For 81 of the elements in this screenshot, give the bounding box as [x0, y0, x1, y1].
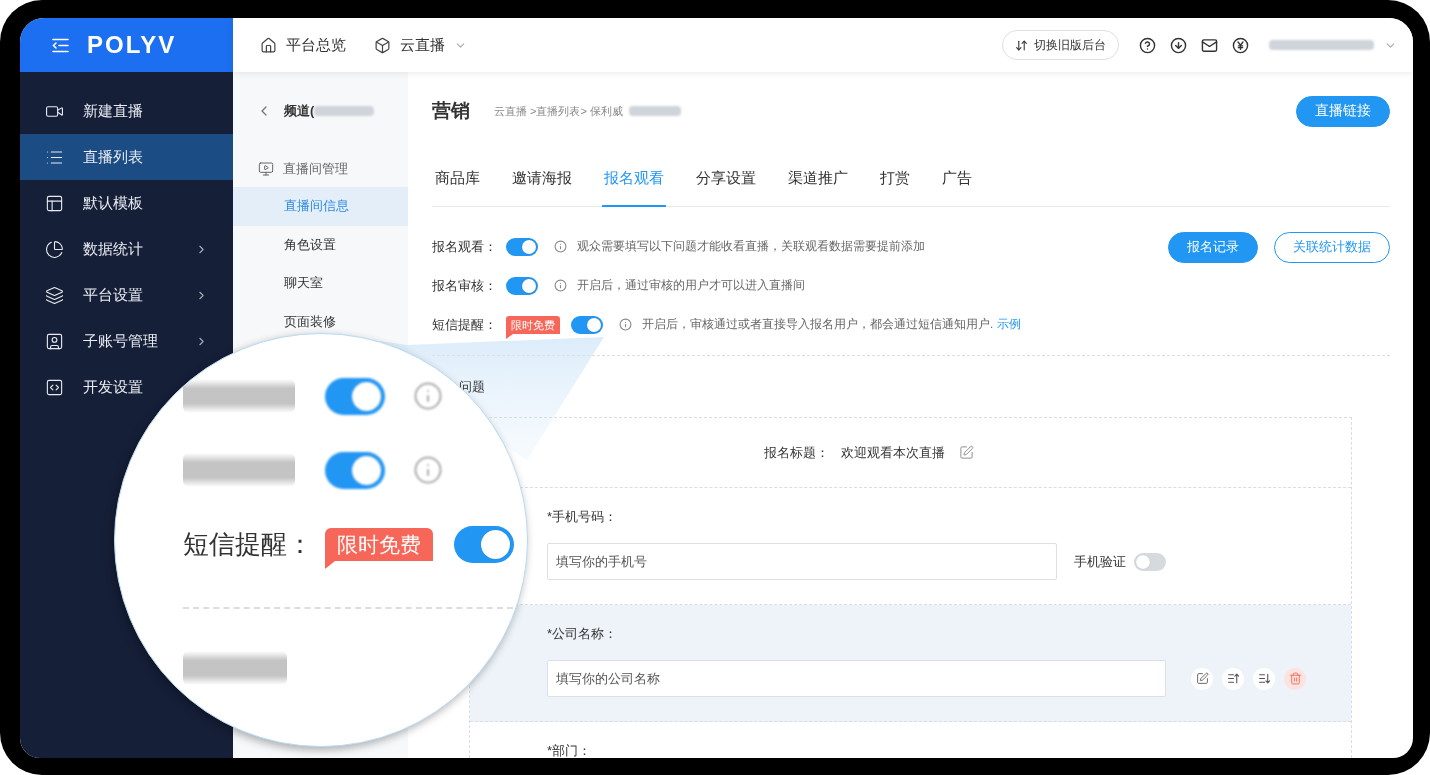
- hint-text: 开启后，通过审核的用户才可以进入直播间: [577, 278, 805, 293]
- sidebar-item[interactable]: 子账号管理: [20, 326, 211, 356]
- form-title: 欢迎观看本次直播: [841, 443, 945, 462]
- toggle-switch[interactable]: [506, 276, 538, 295]
- sidebar-label: 平台设置: [83, 285, 144, 305]
- info-icon: [554, 240, 567, 253]
- channel-title: 频道(: [284, 102, 315, 120]
- setting-label: 报名观看：: [432, 237, 498, 256]
- download-icon[interactable]: [1170, 36, 1187, 54]
- sidebar-item[interactable]: 平台设置: [20, 280, 211, 310]
- edit-icon[interactable]: [959, 445, 974, 460]
- verify-label: 手机验证: [1074, 552, 1126, 571]
- toggle-switch[interactable]: [571, 315, 603, 334]
- toggle-switch[interactable]: [454, 525, 514, 563]
- tab[interactable]: 分享设置: [694, 150, 758, 207]
- help-icon[interactable]: [1139, 36, 1156, 54]
- toggle-switch[interactable]: [325, 377, 385, 415]
- toggle-switch[interactable]: [325, 451, 385, 489]
- redacted-text: [628, 106, 681, 116]
- toggle-switch[interactable]: [1134, 552, 1166, 571]
- sidebar-label: 新建直播: [83, 101, 143, 121]
- group-label: 直播间管理: [283, 159, 348, 178]
- sidebar-label: 子账号管理: [83, 331, 159, 351]
- sub-sidebar-item[interactable]: 角色设置: [233, 233, 408, 256]
- breadcrumb: 云直播 >直播列表> 保利威: [494, 103, 623, 119]
- tab[interactable]: 广告: [940, 150, 974, 207]
- cube-icon: [374, 36, 391, 54]
- tab[interactable]: 商品库: [433, 150, 482, 207]
- tab[interactable]: 打赏: [878, 150, 912, 207]
- info-icon: [619, 318, 632, 331]
- hint-text: 观众需要填写以下问题才能收看直播，关联观看数据需要提前添加: [577, 239, 925, 254]
- edit-icon[interactable]: [1191, 667, 1213, 690]
- sidebar-item[interactable]: 默认模板: [20, 188, 146, 218]
- field-label: *部门：: [547, 742, 592, 758]
- setting-label: 报名审核：: [432, 276, 498, 295]
- switch-version-button[interactable]: 切换旧版后台: [1002, 30, 1119, 60]
- zoomed-label: 短信提醒：: [183, 527, 314, 561]
- hint-text: 开启后，审核通过或者直接导入报名用户，都会通过短信通知用户.: [642, 317, 994, 332]
- sidebar-label: 开发设置: [83, 377, 143, 397]
- sidebar-item[interactable]: 开发设置: [20, 372, 146, 402]
- home-icon: [260, 36, 277, 54]
- info-icon: [413, 381, 443, 411]
- layout-icon: [45, 193, 64, 213]
- info-icon: [413, 455, 443, 485]
- field-label: *公司名称：: [547, 625, 618, 643]
- info-icon: [554, 279, 567, 292]
- logo: POLYV: [87, 33, 177, 57]
- sidebar-label: 默认模板: [83, 193, 143, 213]
- code-icon: [45, 377, 64, 397]
- redacted-text: [314, 106, 375, 116]
- sidebar-item[interactable]: 数据统计: [20, 234, 211, 264]
- sub-sidebar-item[interactable]: 聊天室: [233, 272, 408, 295]
- tab[interactable]: 渠道推广: [786, 150, 850, 207]
- field-label: *手机号码：: [547, 508, 618, 526]
- setting-label: 短信提醒：: [432, 315, 498, 334]
- delete-icon[interactable]: [1284, 667, 1306, 690]
- layers-icon: [45, 285, 64, 305]
- promo-badge: 限时免费: [325, 527, 433, 569]
- tab[interactable]: 邀请海报: [510, 150, 574, 207]
- mail-icon[interactable]: [1201, 36, 1218, 54]
- sidebar-item[interactable]: 直播列表: [20, 134, 233, 180]
- promo-badge: 限时免费: [506, 315, 560, 339]
- page-title: 营销: [432, 99, 470, 123]
- sidebar-label: 直播列表: [83, 147, 143, 167]
- input-field[interactable]: 填写你的公司名称: [547, 660, 1166, 697]
- toggle-switch[interactable]: [506, 237, 538, 256]
- sidebar-label: 数据统计: [83, 239, 144, 259]
- sidebar-item[interactable]: 新建直播: [20, 96, 146, 126]
- pie-chart-icon: [45, 239, 64, 259]
- input-field[interactable]: 填写你的手机号: [547, 543, 1057, 580]
- sub-sidebar-item[interactable]: 页面装修: [233, 310, 408, 333]
- yen-icon[interactable]: [1232, 36, 1249, 54]
- nav-link[interactable]: 平台总览: [260, 35, 346, 55]
- move-up-icon[interactable]: [1222, 667, 1244, 690]
- video-screen-icon: [258, 160, 274, 177]
- swap-icon: [1015, 38, 1028, 52]
- menu-icon[interactable]: [52, 37, 69, 53]
- move-down-icon[interactable]: [1253, 667, 1275, 690]
- form-title-label: 报名标题：: [764, 443, 829, 462]
- nav-link[interactable]: 云直播: [374, 35, 467, 55]
- id-card-icon: [45, 331, 64, 351]
